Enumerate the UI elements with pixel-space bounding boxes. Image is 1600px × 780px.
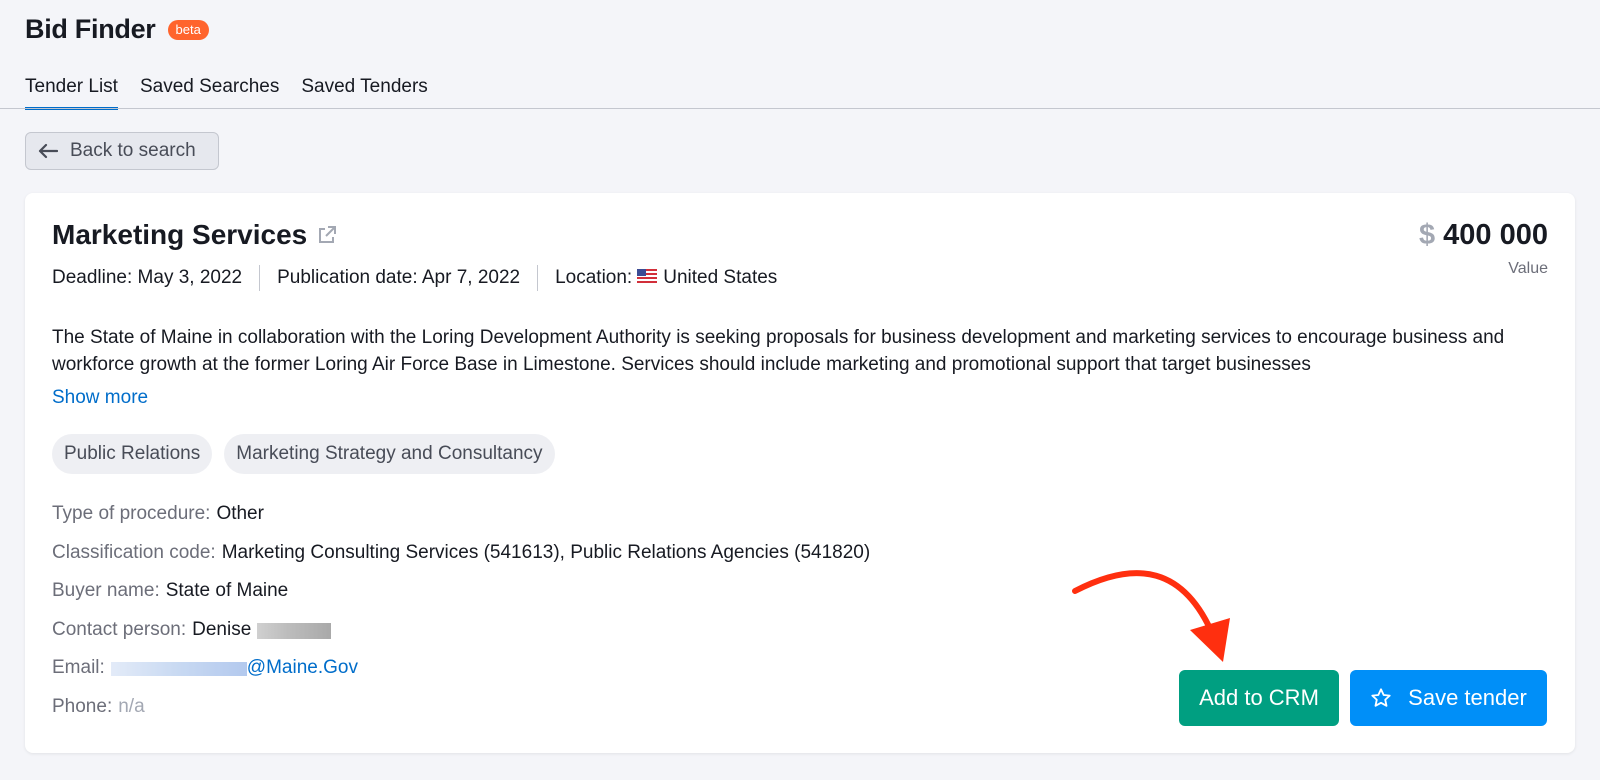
location: Location: United States: [537, 265, 794, 291]
procedure-row: Type of procedure: Other: [52, 503, 870, 542]
phone-row: Phone: n/a: [52, 696, 870, 735]
tab-tender-list[interactable]: Tender List: [25, 76, 118, 110]
save-tender-button[interactable]: Save tender: [1350, 670, 1547, 726]
email-link[interactable]: @Maine.Gov: [247, 657, 358, 679]
buyer-label: Buyer name:: [52, 580, 160, 601]
tabs-divider: [0, 108, 1600, 109]
tender-title-row: Marketing Services: [52, 219, 337, 251]
add-to-crm-button[interactable]: Add to CRM: [1179, 670, 1339, 726]
tender-value: $400 000: [1419, 219, 1548, 252]
email-label: Email:: [52, 657, 105, 678]
procedure-value: Other: [216, 503, 264, 524]
contact-label: Contact person:: [52, 618, 187, 640]
publication-date: Publication date: Apr 7, 2022: [259, 265, 537, 291]
redacted-surname: [257, 622, 332, 639]
currency-symbol: $: [1419, 219, 1436, 251]
tender-value-block: $400 000 Value: [1419, 219, 1548, 278]
location-label: Location:: [555, 267, 633, 288]
arrow-left-icon: [38, 143, 58, 159]
app-header: Bid Finder beta: [25, 14, 209, 45]
procedure-label: Type of procedure:: [52, 503, 211, 524]
annotation-arrow-icon: [1072, 570, 1230, 662]
tender-title: Marketing Services: [52, 219, 308, 250]
value-label: Value: [1508, 260, 1548, 277]
classification-row: Classification code: Marketing Consultin…: [52, 542, 870, 581]
tag-marketing-strategy: Marketing Strategy and Consultancy: [224, 434, 555, 474]
external-link-icon[interactable]: [317, 225, 337, 245]
tender-details: Type of procedure: Other Classification …: [52, 503, 870, 734]
buyer-value: State of Maine: [165, 580, 289, 601]
save-tender-label: Save tender: [1408, 685, 1527, 710]
buyer-row: Buyer name: State of Maine: [52, 580, 870, 619]
tender-meta: Deadline: May 3, 2022 Publication date: …: [52, 265, 794, 291]
us-flag-icon: [637, 265, 658, 291]
location-value: United States: [663, 267, 778, 288]
tender-description: The State of Maine in collaboration with…: [52, 327, 1505, 375]
email-row: Email: @Maine.Gov: [52, 657, 870, 696]
star-icon: [1371, 688, 1391, 707]
classification-label: Classification code:: [52, 541, 216, 563]
phone-label: Phone:: [52, 695, 113, 717]
show-more-link[interactable]: Show more: [52, 387, 148, 409]
classification-value: Marketing Consulting Services (541613), …: [221, 541, 871, 563]
value-amount: 400 000: [1443, 219, 1548, 251]
beta-badge: beta: [167, 19, 209, 40]
tab-bar: Tender List Saved Searches Saved Tenders: [25, 76, 450, 110]
deadline: Deadline: May 3, 2022: [52, 267, 243, 288]
app-title: Bid Finder: [25, 14, 156, 44]
tender-tags: Public Relations Marketing Strategy and …: [52, 434, 567, 474]
phone-value: n/a: [118, 695, 145, 717]
contact-value: Denise: [192, 618, 252, 640]
back-to-search-button[interactable]: Back to search: [25, 132, 219, 170]
contact-row: Contact person: Denise: [52, 619, 870, 658]
tender-card: Marketing Services $400 000 Value Deadli…: [25, 193, 1575, 753]
tag-public-relations: Public Relations: [52, 434, 213, 474]
tab-saved-searches[interactable]: Saved Searches: [140, 76, 279, 110]
tab-saved-tenders[interactable]: Saved Tenders: [301, 76, 427, 110]
back-to-search-label: Back to search: [70, 140, 196, 161]
redacted-email-user: [110, 662, 247, 676]
